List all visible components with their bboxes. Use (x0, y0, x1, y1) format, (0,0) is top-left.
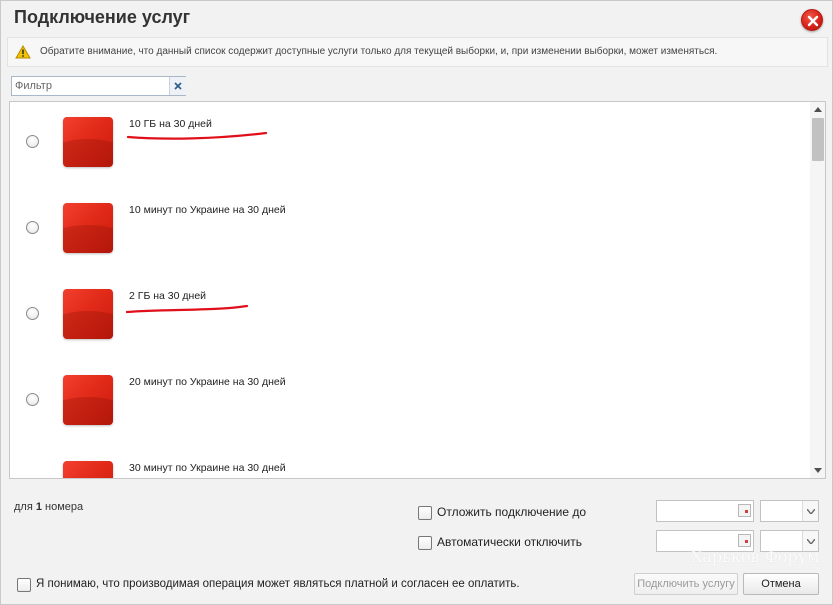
red-underline-annotation (125, 304, 249, 314)
service-radio[interactable] (26, 307, 39, 320)
operator-logo (63, 117, 113, 167)
calendar-icon[interactable] (738, 504, 751, 517)
operator-logo (63, 461, 113, 478)
dropdown-button[interactable] (802, 501, 818, 521)
operator-logo (63, 203, 113, 253)
postpone-date-field[interactable] (656, 500, 754, 522)
count-prefix: для (14, 501, 36, 513)
vertical-scrollbar[interactable] (810, 102, 825, 478)
agree-label: Я понимаю, что производимая операция мож… (36, 578, 520, 590)
service-radio[interactable] (26, 135, 39, 148)
postpone-label: Отложить подключение до (437, 505, 587, 519)
connect-service-button[interactable]: Подключить услугу (634, 573, 738, 595)
postpone-time-select[interactable] (760, 500, 819, 522)
clear-filter-icon (174, 82, 182, 90)
scroll-down-icon[interactable] (814, 468, 822, 473)
service-label: 30 минут по Украине на 30 дней (129, 462, 286, 474)
operator-logo (63, 375, 113, 425)
close-button[interactable] (801, 9, 823, 31)
red-underline-annotation (126, 131, 268, 140)
services-list: 10 ГБ на 30 дней 10 минут по Украине на … (9, 101, 826, 479)
service-radio[interactable] (26, 221, 39, 234)
service-label: 2 ГБ на 30 дней (129, 290, 207, 302)
operator-logo (63, 289, 113, 339)
filter-box (11, 76, 186, 96)
filter-input[interactable] (12, 77, 168, 95)
list-item[interactable]: 10 ГБ на 30 дней (10, 102, 810, 188)
list-item[interactable]: 2 ГБ на 30 дней (10, 274, 810, 360)
list-item[interactable]: 10 минут по Украине на 30 дней (10, 188, 810, 274)
scroll-up-icon[interactable] (814, 107, 822, 112)
warning-text: Обратите внимание, что данный список сод… (40, 46, 718, 57)
cancel-button[interactable]: Отмена (743, 573, 819, 595)
agree-checkbox[interactable] (17, 578, 31, 592)
close-icon (807, 15, 819, 27)
chevron-down-icon (807, 509, 815, 514)
clear-filter-button[interactable] (169, 77, 186, 95)
postpone-checkbox[interactable] (418, 506, 432, 520)
calendar-icon[interactable] (738, 534, 751, 547)
count-suffix: номера (41, 501, 84, 513)
service-label: 10 минут по Украине на 30 дней (129, 204, 286, 216)
autooff-checkbox[interactable] (418, 536, 432, 550)
warning-notice: Обратите внимание, что данный список сод… (7, 37, 828, 67)
scrollbar-thumb[interactable] (812, 118, 824, 161)
connect-services-dialog: Подключение услуг Обратите внимание, что… (0, 0, 833, 605)
service-radio[interactable] (26, 393, 39, 406)
numbers-count: для 1 номера (14, 501, 83, 513)
dialog-title: Подключение услуг (14, 7, 191, 27)
chevron-down-icon (807, 539, 815, 544)
list-item[interactable]: 20 минут по Украине на 30 дней (10, 360, 810, 446)
service-label: 20 минут по Украине на 30 дней (129, 376, 286, 388)
autooff-label: Автоматически отключить (437, 535, 582, 549)
warning-icon (15, 45, 31, 59)
list-item[interactable]: 30 минут по Украине на 30 дней (10, 446, 810, 478)
watermark: Харьков Форум (691, 547, 820, 566)
